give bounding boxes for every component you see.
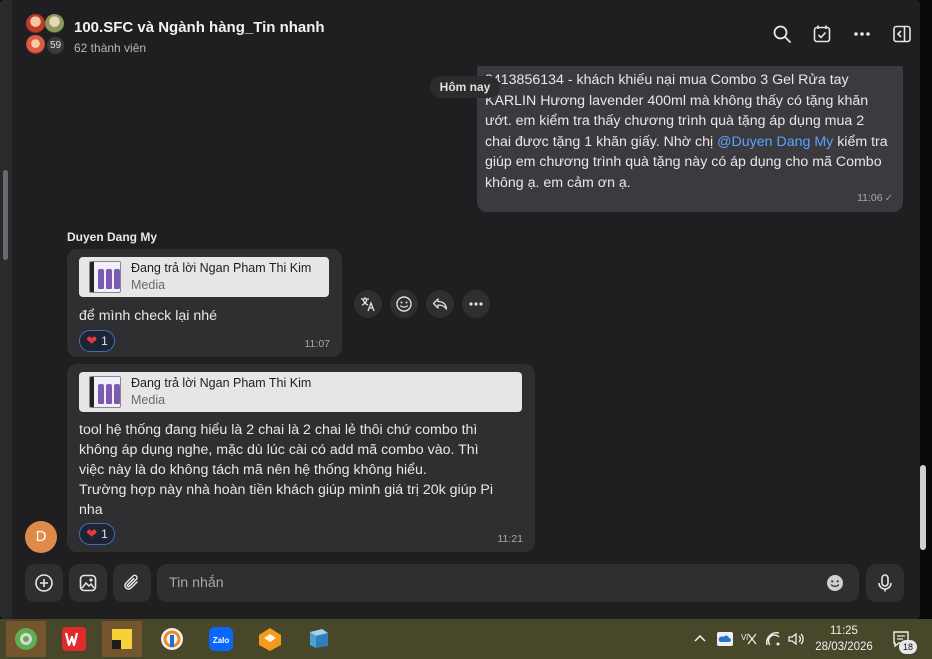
message-bubble[interactable]: Đang trả lời Ngan Pham Thi Kim Media để … bbox=[67, 249, 342, 357]
translate-icon[interactable] bbox=[354, 290, 382, 318]
message-input[interactable]: Tin nhắn bbox=[157, 564, 859, 602]
message-list[interactable]: 8413856134 - khách khiếu nại mua Combo 3… bbox=[12, 66, 908, 554]
left-panel-edge bbox=[0, 0, 12, 619]
app-icon-orange[interactable] bbox=[250, 621, 290, 657]
image-sticker-icon[interactable] bbox=[69, 564, 107, 602]
message-time: 11:21 bbox=[497, 533, 524, 545]
media-thumbnail bbox=[89, 261, 121, 293]
search-icon[interactable] bbox=[770, 22, 794, 46]
chat-window: 59 100.SFC và Ngành hàng_Tin nhanh 62 th… bbox=[0, 0, 920, 619]
member-avatar bbox=[26, 14, 45, 33]
microphone-icon[interactable] bbox=[866, 564, 904, 602]
member-avatar bbox=[45, 14, 64, 33]
sidebar-toggle-icon[interactable] bbox=[890, 22, 914, 46]
message-composer: Tin nhắn bbox=[12, 558, 920, 608]
member-count-badge: 59 bbox=[45, 35, 66, 56]
avatar[interactable]: D bbox=[25, 521, 57, 553]
group-title[interactable]: 100.SFC và Ngành hàng_Tin nhanh bbox=[74, 19, 325, 36]
wps-office-icon[interactable] bbox=[54, 621, 94, 657]
zalo-icon[interactable]: Zalo bbox=[201, 621, 241, 657]
date-divider: Hôm nay bbox=[430, 76, 500, 98]
onedrive-icon[interactable] bbox=[714, 619, 736, 659]
reply-quote[interactable]: Đang trả lời Ngan Pham Thi Kim Media bbox=[79, 257, 329, 297]
message-time: 11:06 ✓ bbox=[857, 192, 893, 204]
reaction-count: 1 bbox=[101, 334, 108, 348]
reaction-count: 1 bbox=[101, 527, 108, 541]
chat-header: 59 100.SFC và Ngành hàng_Tin nhanh 62 th… bbox=[12, 0, 920, 66]
wifi-icon[interactable] bbox=[763, 619, 783, 659]
attach-icon[interactable] bbox=[113, 564, 151, 602]
ime-icon[interactable]: Vi bbox=[738, 619, 758, 659]
reply-icon[interactable] bbox=[426, 290, 454, 318]
message-hover-actions bbox=[354, 290, 490, 318]
emoji-icon[interactable] bbox=[825, 573, 845, 598]
message-placeholder: Tin nhắn bbox=[169, 575, 224, 591]
reply-to-label: Đang trả lời Ngan Pham Thi Kim bbox=[131, 261, 312, 275]
sticky-notes-icon[interactable] bbox=[102, 621, 142, 657]
reaction-badge[interactable]: ❤ 1 bbox=[79, 330, 115, 352]
start-button[interactable] bbox=[6, 621, 46, 657]
own-message-bubble[interactable]: 8413856134 - khách khiếu nại mua Combo 3… bbox=[477, 66, 903, 212]
heart-icon: ❤ bbox=[86, 526, 98, 541]
message-text: để mình check lại nhé bbox=[79, 308, 218, 324]
add-icon[interactable] bbox=[25, 564, 63, 602]
chevron-up-icon[interactable] bbox=[690, 619, 710, 659]
double-check-icon: ✓ bbox=[884, 193, 893, 204]
reply-type-label: Media bbox=[131, 278, 166, 292]
mention-link[interactable]: @Duyen Dang My bbox=[717, 134, 833, 150]
app-icon-book[interactable] bbox=[299, 621, 339, 657]
message-text: tool hệ thống đang hiểu là 2 chai là 2 c… bbox=[79, 422, 494, 518]
system-clock[interactable]: 11:25 28/03/2026 bbox=[808, 623, 880, 655]
group-avatar[interactable]: 59 bbox=[26, 14, 68, 56]
clock-date: 28/03/2026 bbox=[815, 641, 873, 653]
reply-to-label: Đang trả lời Ngan Pham Thi Kim bbox=[131, 376, 312, 390]
left-scrollbar[interactable] bbox=[3, 170, 8, 260]
member-count[interactable]: 62 thành viên bbox=[74, 41, 146, 55]
emoji-reaction-icon[interactable] bbox=[390, 290, 418, 318]
heart-icon: ❤ bbox=[86, 333, 98, 348]
calendar-check-icon[interactable] bbox=[810, 22, 834, 46]
reply-quote[interactable]: Đang trả lời Ngan Pham Thi Kim Media bbox=[79, 372, 522, 412]
svg-text:Vi: Vi bbox=[741, 633, 748, 642]
chat-scrollbar[interactable] bbox=[920, 465, 926, 550]
svg-text:Zalo: Zalo bbox=[213, 636, 230, 645]
reaction-badge[interactable]: ❤ 1 bbox=[79, 523, 115, 545]
clock-time: 11:25 bbox=[830, 625, 858, 637]
volume-icon[interactable] bbox=[786, 619, 806, 659]
notification-count-badge: 18 bbox=[899, 640, 917, 654]
reply-type-label: Media bbox=[131, 393, 166, 407]
more-icon[interactable] bbox=[462, 290, 490, 318]
message-time: 11:07 bbox=[304, 338, 331, 350]
message-bubble[interactable]: Đang trả lời Ngan Pham Thi Kim Media too… bbox=[67, 364, 535, 552]
member-avatar bbox=[26, 35, 45, 54]
taskbar: Zalo Vi 11:25 28/03/2026 18 bbox=[0, 619, 932, 659]
browser-icon[interactable] bbox=[152, 621, 192, 657]
media-thumbnail bbox=[89, 376, 121, 408]
more-icon[interactable] bbox=[850, 22, 874, 46]
sender-name[interactable]: Duyen Dang My bbox=[67, 230, 157, 244]
own-message-text: 8413856134 - khách khiếu nại mua Combo 3… bbox=[485, 72, 888, 191]
